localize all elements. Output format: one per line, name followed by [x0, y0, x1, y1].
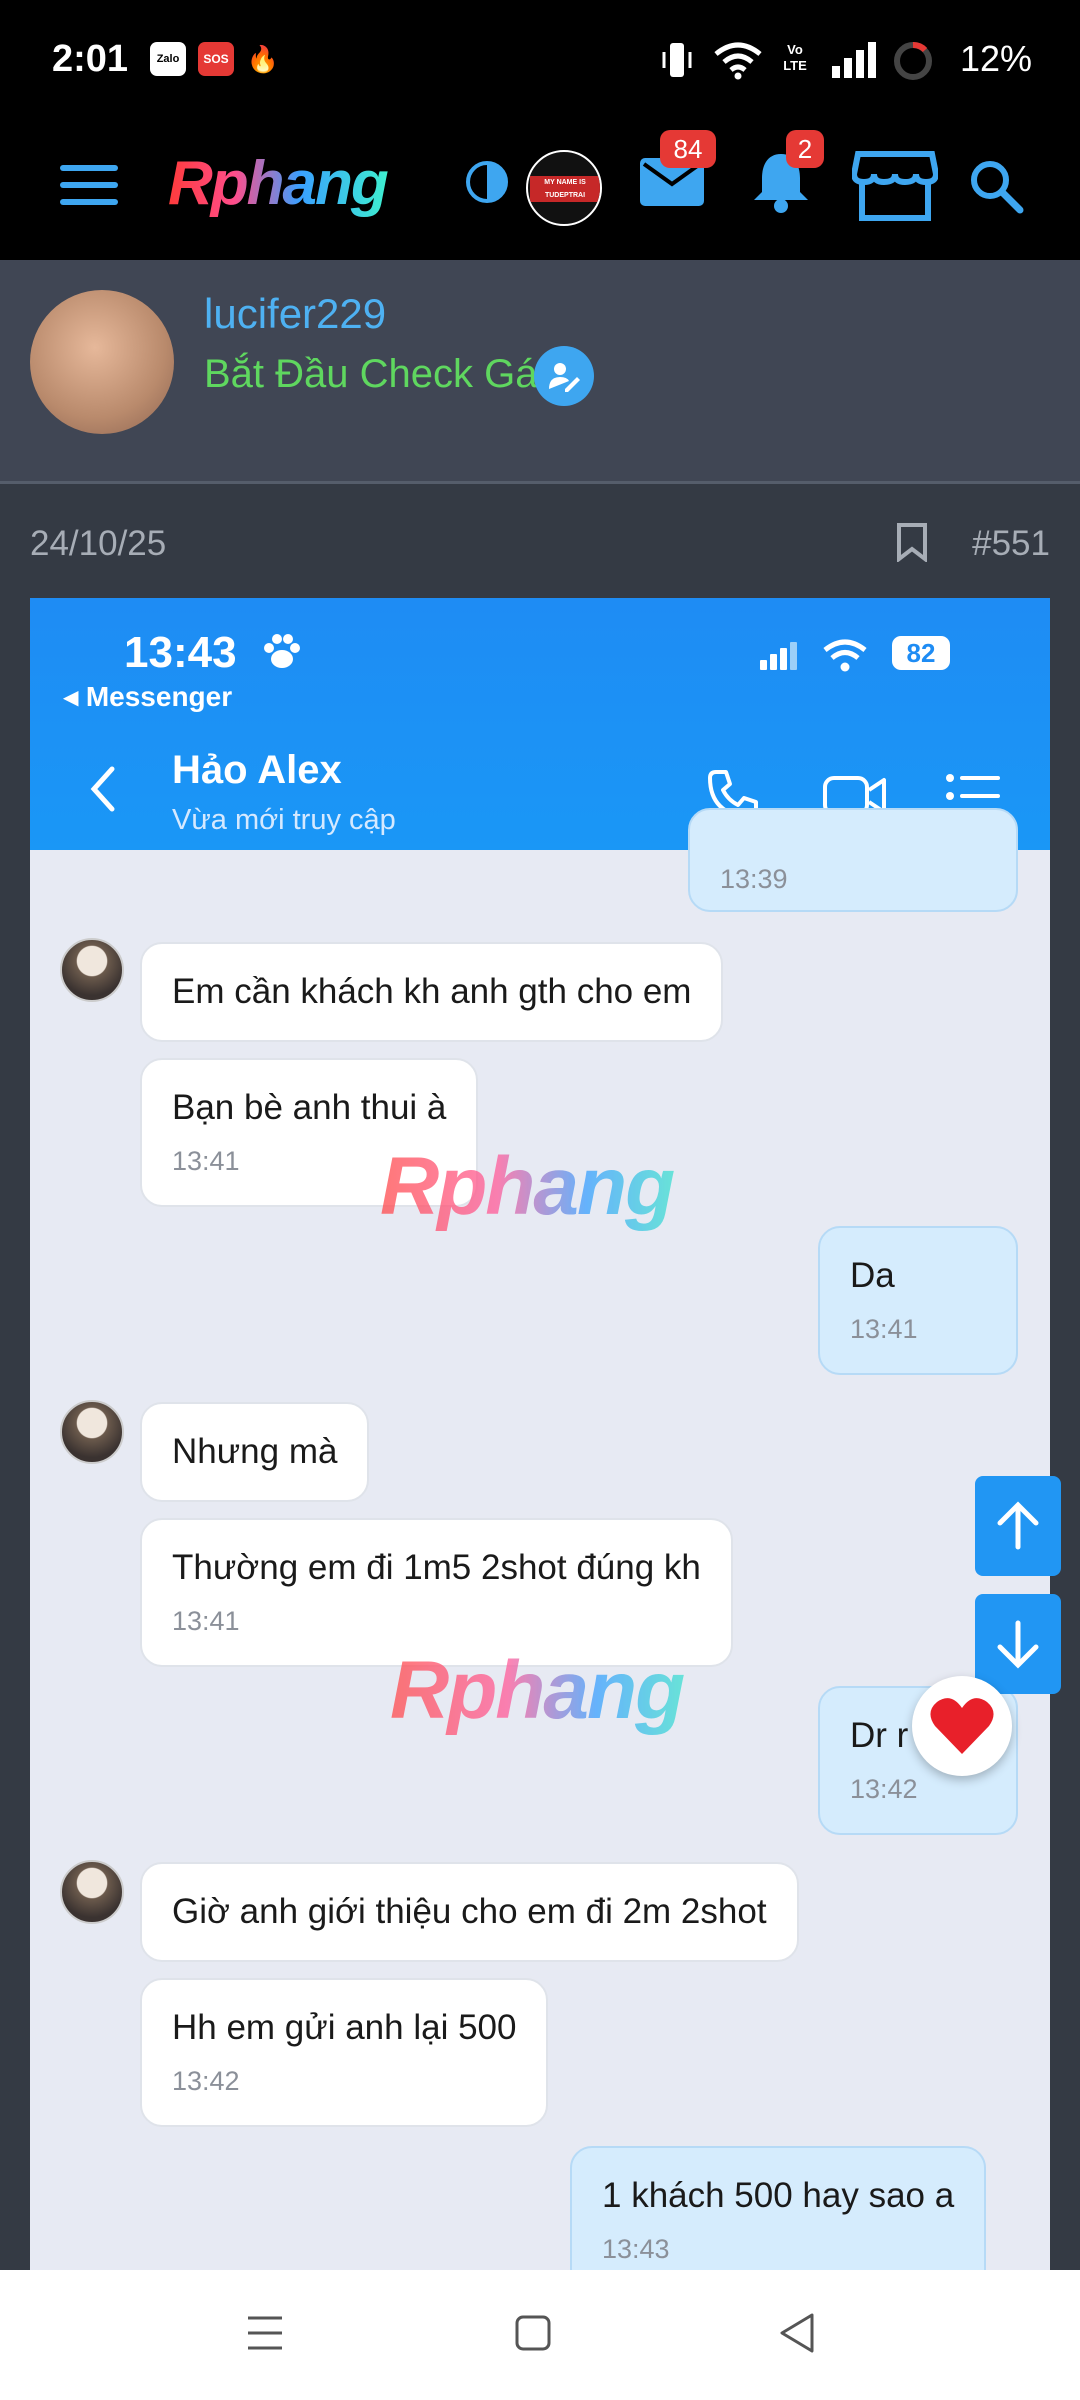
dark-mode-toggle-icon[interactable] [465, 160, 509, 209]
chat-bubble-text: Da [850, 1256, 895, 1295]
contact-avatar [60, 1860, 124, 1924]
user-badge-text: MY NAME IS TUDEPTRAI [530, 176, 600, 202]
watermark-logo: Rphang [380, 1141, 676, 1232]
chat-bubble-text: Em cần khách kh anh gth cho em [172, 972, 692, 1011]
scroll-to-bottom-button[interactable] [975, 1594, 1061, 1694]
watermark-text: Rphang [390, 1645, 684, 1736]
recent-apps-icon[interactable] [246, 2314, 284, 2357]
scroll-to-top-button[interactable] [975, 1476, 1061, 1576]
volte-icon: Vo LTE [783, 42, 807, 73]
chat-bubble-sent: Da 13:41 [818, 1226, 1018, 1375]
edit-user-icon [534, 346, 594, 406]
bookmark-icon[interactable] [896, 522, 928, 567]
chat-bubble-time: 13:42 [172, 2066, 240, 2096]
chat-battery: 82 [892, 636, 950, 670]
sos-icon: SOS [198, 42, 234, 76]
search-icon[interactable] [968, 158, 1024, 219]
chat-bubble-received: Nhưng mà [140, 1402, 370, 1502]
signal-icon [830, 40, 880, 85]
arrow-up-icon [997, 1501, 1039, 1550]
watermark-logo: Rphang [390, 1645, 686, 1736]
post-number[interactable]: #551 [972, 524, 1050, 564]
system-navigation-bar [0, 2270, 1080, 2400]
chat-wifi-icon [822, 638, 868, 677]
chat-bubble-time: 13:41 [172, 1606, 240, 1636]
watermark-text: Rphang [380, 1141, 674, 1232]
reaction-button[interactable] [912, 1676, 1012, 1776]
site-logo-text: Rphang [168, 149, 388, 218]
attached-chat-screenshot[interactable]: 13:43 ◂ Messenger 82 Hảo Alex Vừa mới tr… [30, 598, 1050, 2270]
contact-avatar [60, 1400, 124, 1464]
back-icon[interactable] [778, 2312, 816, 2359]
chat-bubble-text: Hh em gửi anh lại 500 [172, 2008, 517, 2047]
chat-bubble-text: Nhưng mà [172, 1432, 338, 1471]
paw-icon [262, 632, 302, 675]
chat-contact-status: Vừa mới truy cập [172, 804, 396, 836]
chat-bubble-time: 13:42 [850, 1774, 918, 1804]
user-avatar-badge[interactable]: MY NAME IS TUDEPTRAI [526, 150, 602, 226]
alerts-count-badge: 2 [786, 130, 824, 168]
chat-bubble-received: Hh em gửi anh lại 500 13:42 [140, 1978, 549, 2127]
hamburger-menu-icon[interactable] [60, 165, 118, 210]
chat-bubble-text: Giờ anh giới thiệu cho em đi 2m 2shot [172, 1892, 767, 1931]
battery-ring-icon [892, 40, 934, 87]
chat-bubble-text: Dr r [850, 1716, 909, 1755]
chat-bubble-time: 13:41 [850, 1314, 918, 1344]
chat-back-icon [90, 766, 116, 817]
chat-bubble-text: Thường em đi 1m5 2shot đúng kh [172, 1548, 701, 1587]
status-bar: 2:01 Zalo SOS 🔥 Vo LTE 12% [0, 0, 1080, 124]
chat-contact-name: Hảo Alex [172, 748, 342, 792]
heart-icon [930, 1698, 994, 1754]
zalo-icon: Zalo [150, 42, 186, 76]
back-to-messenger: ◂ Messenger [64, 681, 233, 712]
fire-icon: 🔥 [246, 43, 280, 74]
author-avatar[interactable] [30, 290, 174, 434]
post-date[interactable]: 24/10/25 [30, 524, 166, 564]
home-icon[interactable] [514, 2314, 552, 2357]
chat-signal-icon [760, 640, 800, 675]
chat-bubble-received: Em cần khách kh anh gth cho em [140, 942, 724, 1042]
chat-bubble-received: Giờ anh giới thiệu cho em đi 2m 2shot [140, 1862, 799, 1962]
chat-status-time: 13:43 [124, 628, 237, 677]
wifi-icon [712, 40, 764, 85]
chat-bubble-text: 1 khách 500 hay sao a [602, 2176, 955, 2215]
chat-bubble-text: Bạn bè anh thui à [172, 1088, 447, 1127]
messages-count-badge: 84 [660, 130, 716, 168]
chat-bubble-sent: 1 khách 500 hay sao a 13:43 [570, 2146, 987, 2270]
site-logo[interactable]: Rphang [164, 146, 424, 236]
chat-bubble-sent: 13:39 [688, 808, 1018, 912]
status-time: 2:01 [52, 38, 129, 80]
chat-battery-level: 82 [906, 638, 936, 668]
author-title: Bắt Đầu Check Gái [204, 352, 547, 396]
arrow-down-icon [997, 1620, 1039, 1669]
store-icon[interactable] [850, 150, 940, 227]
author-username[interactable]: lucifer229 [204, 290, 386, 338]
contact-avatar [60, 938, 124, 1002]
battery-percent: 12% [959, 38, 1032, 79]
vibrate-icon [660, 40, 694, 85]
chat-bubble-time: 13:43 [602, 2234, 670, 2264]
chat-bubble-time: 13:39 [720, 864, 788, 894]
